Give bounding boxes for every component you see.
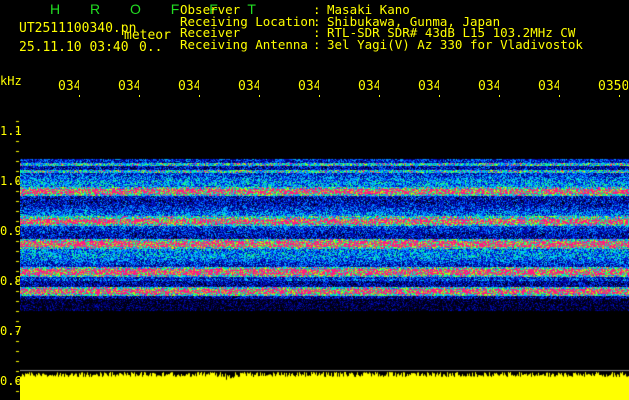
x-tick-label: 0346 <box>358 79 379 94</box>
spectrogram <box>20 150 629 400</box>
y-axis-ticks <box>0 100 20 400</box>
datetime: 25.11.10 03:40 <box>19 40 129 55</box>
x-tick-mark <box>139 95 140 97</box>
x-tick-mark <box>79 95 80 97</box>
file-name: UT2511100340.pn <box>19 21 137 36</box>
x-tick-label: 0344 <box>238 79 259 94</box>
x-tick-mark <box>439 95 440 97</box>
x-tick-label: 0341 <box>58 79 79 94</box>
x-tick-label: 0349 <box>538 79 559 94</box>
x-tick-mark <box>319 95 320 97</box>
info-separator: : <box>313 36 321 52</box>
x-tick-mark <box>379 95 380 97</box>
x-tick-mark <box>559 95 560 97</box>
x-tick-label: 0348 <box>478 79 499 94</box>
x-tick-mark <box>499 95 500 97</box>
x-tick-label: 0345 <box>298 79 319 94</box>
x-tick-label: 0350 <box>598 79 628 94</box>
x-tick-label: 0343 <box>178 79 199 94</box>
info-value: 3el Yagi(V) Az 330 for Vladivostok <box>327 36 583 52</box>
count: 0.. <box>139 40 163 55</box>
x-tick-mark <box>619 95 620 97</box>
x-tick-label: 0342 <box>118 79 139 94</box>
y-axis-unit: kHz <box>0 74 22 88</box>
x-tick-mark <box>199 95 200 97</box>
x-tick-mark <box>259 95 260 97</box>
x-tick-label: 0347 <box>418 79 439 94</box>
info-label: Receiving Antenna <box>180 36 308 52</box>
